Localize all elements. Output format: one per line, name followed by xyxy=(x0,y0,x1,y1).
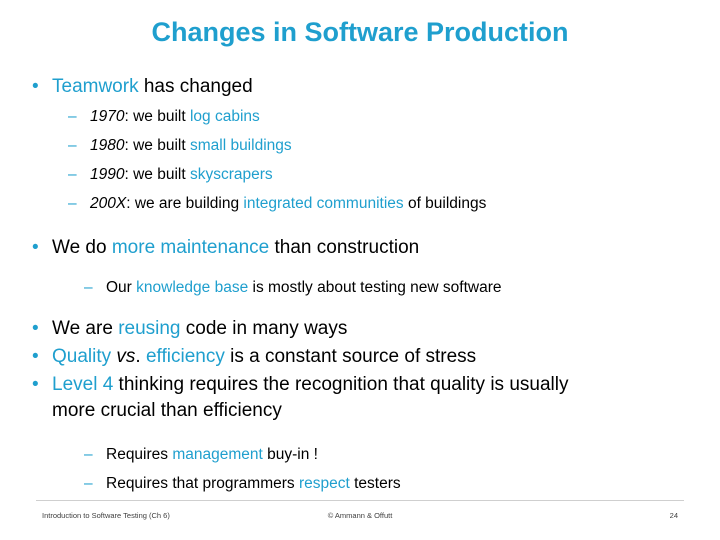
bullet-quality-efficiency: • Quality vs. efficiency is a constant s… xyxy=(22,344,702,370)
sub-bullet-knowledge-highlight: knowledge base xyxy=(136,279,249,296)
slide-body: • Teamwork has changed – 1970: we built … xyxy=(22,68,702,498)
sub-bullet-knowledge-base: – Our knowledge base is mostly about tes… xyxy=(22,273,702,302)
bullet-teamwork: • Teamwork has changed xyxy=(22,74,702,100)
dash-marker-icon: – xyxy=(84,279,93,296)
sub-bullet-1980: – 1980: we built small buildings xyxy=(22,131,702,160)
bullet-teamwork-text: has changed xyxy=(138,76,253,97)
footer-copyright: © Ammann & Offutt xyxy=(327,511,393,520)
dash-marker-icon: – xyxy=(84,446,93,463)
sub-bullet-management: – Requires management buy-in ! xyxy=(22,440,702,469)
bullet-maintenance-text1: We do xyxy=(52,237,112,258)
sub-bullet-200x-tail: of buildings xyxy=(403,195,487,212)
page-title: Changes in Software Production xyxy=(151,17,569,47)
sub-bullet-200x: – 200X: we are building integrated commu… xyxy=(22,189,702,218)
sub-bullet-knowledge-text2: is mostly about testing new software xyxy=(248,279,502,296)
sub-bullet-1970: – 1970: we built log cabins xyxy=(22,102,702,131)
bullet-marker-icon: • xyxy=(32,318,39,339)
bullet-reuse: • We are reusing code in many ways xyxy=(22,316,702,342)
sub-bullet-respect: – Requires that programmers respect test… xyxy=(22,469,702,498)
bullet-efficiency-highlight: efficiency xyxy=(145,346,225,367)
sub-bullet-1990: – 1990: we built skyscrapers xyxy=(22,160,702,189)
sub-bullet-management-highlight: management xyxy=(172,446,263,463)
sub-bullet-respect-highlight: respect xyxy=(298,475,350,492)
bullet-level4-text1: thinking requires the recognition that q… xyxy=(113,374,569,395)
dash-marker-icon: – xyxy=(68,137,77,154)
sub-bullet-management-text1: Requires xyxy=(106,446,173,463)
sub-bullet-management-text2: buy-in ! xyxy=(262,446,318,463)
dash-marker-icon: – xyxy=(68,195,77,212)
sub-bullet-200x-year: 200X xyxy=(90,195,127,212)
bullet-reuse-text1: We are xyxy=(52,318,119,339)
bullet-reuse-highlight: reusing xyxy=(118,318,181,339)
bullet-maintenance-highlight: more maintenance xyxy=(111,237,270,258)
bullet-marker-icon: • xyxy=(32,346,39,367)
sub-bullet-1970-year: 1970 xyxy=(90,108,125,125)
sub-bullet-1980-highlight: small buildings xyxy=(189,137,292,154)
slide: Changes in Software Production • Teamwor… xyxy=(0,0,720,540)
sub-bullet-1980-mid: : we built xyxy=(124,137,190,154)
bullet-marker-icon: • xyxy=(32,76,39,97)
sub-bullet-respect-text2: testers xyxy=(349,475,401,492)
bullet-marker-icon: • xyxy=(32,374,39,395)
sub-bullet-1990-highlight: skyscrapers xyxy=(189,166,273,183)
sub-bullet-respect-text1: Requires that programmers xyxy=(106,475,299,492)
sub-bullet-1970-mid: : we built xyxy=(124,108,190,125)
bullet-quality-vs: vs xyxy=(116,346,136,367)
bullet-quality-mid: . xyxy=(135,346,146,367)
sub-bullet-1970-highlight: log cabins xyxy=(189,108,260,125)
sub-bullet-1990-mid: : we built xyxy=(124,166,190,183)
dash-marker-icon: – xyxy=(84,475,93,492)
bullet-marker-icon: • xyxy=(32,237,39,258)
sub-bullet-200x-highlight: integrated communities xyxy=(243,195,404,212)
sub-bullet-200x-mid: : we are building xyxy=(126,195,244,212)
slide-footer: Introduction to Software Testing (Ch 6) … xyxy=(0,500,720,540)
sub-bullet-1980-year: 1980 xyxy=(90,137,125,154)
dash-marker-icon: – xyxy=(68,166,77,183)
bullet-quality-highlight: Quality xyxy=(52,346,117,367)
bullet-level4: • Level 4 thinking requires the recognit… xyxy=(22,372,702,424)
bullet-quality-text2: is a constant source of stress xyxy=(224,346,477,367)
bullet-reuse-text2: code in many ways xyxy=(180,318,348,339)
bullet-maintenance: • We do more maintenance than constructi… xyxy=(22,235,702,261)
dash-marker-icon: – xyxy=(68,108,77,125)
footer-divider xyxy=(36,500,684,501)
sub-bullet-knowledge-text1: Our xyxy=(106,279,137,296)
bullet-teamwork-highlight: Teamwork xyxy=(52,76,139,97)
bullet-level4-highlight: Level 4 xyxy=(52,374,114,395)
sub-bullet-1990-year: 1990 xyxy=(90,166,125,183)
bullet-maintenance-text2: than construction xyxy=(269,237,420,258)
footer-page-number: 24 xyxy=(669,511,678,520)
bullet-level4-text2: more crucial than efficiency xyxy=(52,400,282,421)
